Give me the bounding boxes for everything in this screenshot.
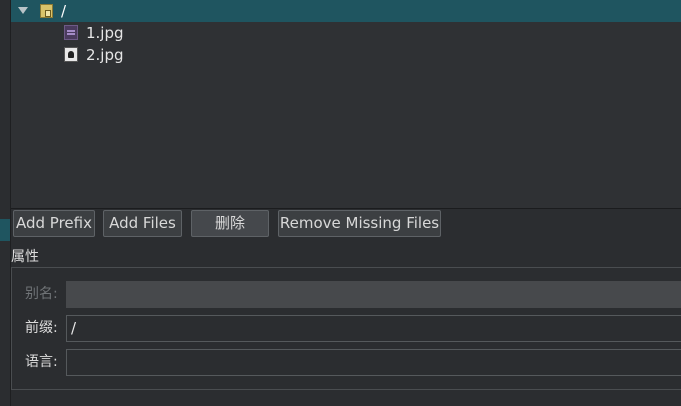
alias-label: 别名: [25, 286, 58, 302]
prefix-label: 前缀: [25, 320, 58, 336]
folder-lock-icon [40, 4, 53, 18]
remove-missing-files-button[interactable]: Remove Missing Files [278, 210, 441, 237]
tree-item-file[interactable]: 2.jpg [11, 44, 681, 66]
language-field[interactable] [66, 349, 681, 376]
tree-item-root[interactable]: / [11, 0, 681, 22]
alias-field[interactable] [66, 281, 681, 308]
left-gutter [0, 0, 11, 406]
add-files-button[interactable]: Add Files [103, 210, 182, 237]
tree-item-label: 1.jpg [86, 24, 124, 42]
add-prefix-button[interactable]: Add Prefix [13, 210, 95, 237]
delete-button[interactable]: 删除 [191, 210, 269, 237]
properties-title: 属性 [11, 249, 39, 265]
image-file-icon [64, 47, 78, 62]
gutter-marker [0, 219, 10, 241]
image-file-icon [64, 25, 78, 40]
tree-item-file[interactable]: 1.jpg [11, 22, 681, 44]
chevron-down-icon[interactable] [18, 7, 28, 14]
tree-item-label: / [61, 2, 67, 20]
prefix-field[interactable]: / [66, 315, 681, 342]
resource-tree[interactable]: / 1.jpg 2.jpg [11, 0, 681, 209]
resource-editor: / 1.jpg 2.jpg Add Prefix Add Files 删除 Re… [0, 0, 681, 406]
tree-item-label: 2.jpg [86, 46, 124, 64]
language-label: 语言: [25, 354, 58, 370]
